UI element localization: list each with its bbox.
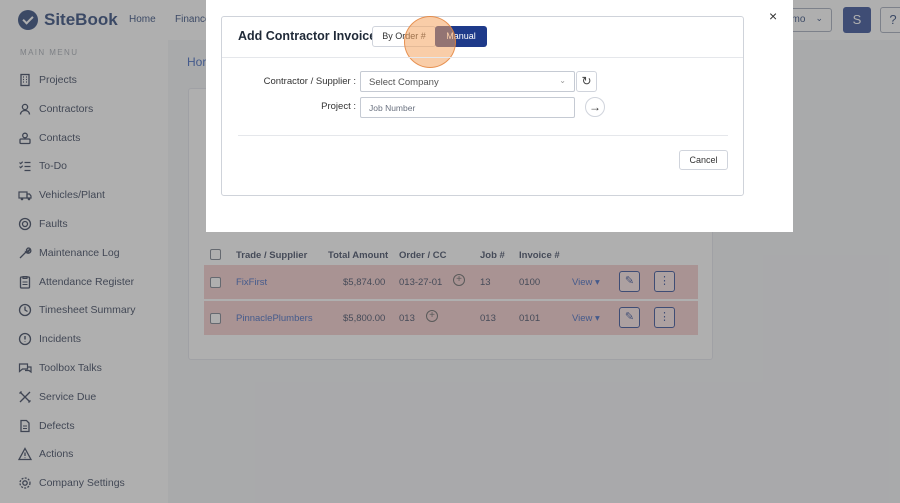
job-number-input[interactable] (360, 97, 575, 118)
refresh-button[interactable]: ↻ (576, 71, 597, 92)
close-icon[interactable]: × (769, 8, 777, 24)
add-invoice-modal: × Add Contractor Invoice By Order # Manu… (206, 0, 793, 232)
arrow-right-icon: → (589, 100, 601, 114)
project-label: Project : (321, 101, 356, 112)
contractor-select[interactable]: Select Company ⌄ (360, 71, 575, 92)
tab-manual[interactable]: Manual (435, 26, 487, 47)
tab-by-order[interactable]: By Order # (372, 26, 436, 47)
chevron-down-icon: ⌄ (559, 76, 566, 85)
modal-card: Add Contractor Invoice By Order # Manual… (221, 16, 744, 196)
divider (222, 57, 743, 58)
modal-title: Add Contractor Invoice (238, 29, 377, 43)
contractor-label: Contractor / Supplier : (263, 76, 356, 87)
divider (238, 135, 728, 136)
go-button[interactable]: → (585, 97, 605, 117)
cancel-button[interactable]: Cancel (679, 150, 728, 170)
contractor-select-value: Select Company (369, 77, 439, 88)
refresh-icon: ↻ (581, 74, 592, 88)
